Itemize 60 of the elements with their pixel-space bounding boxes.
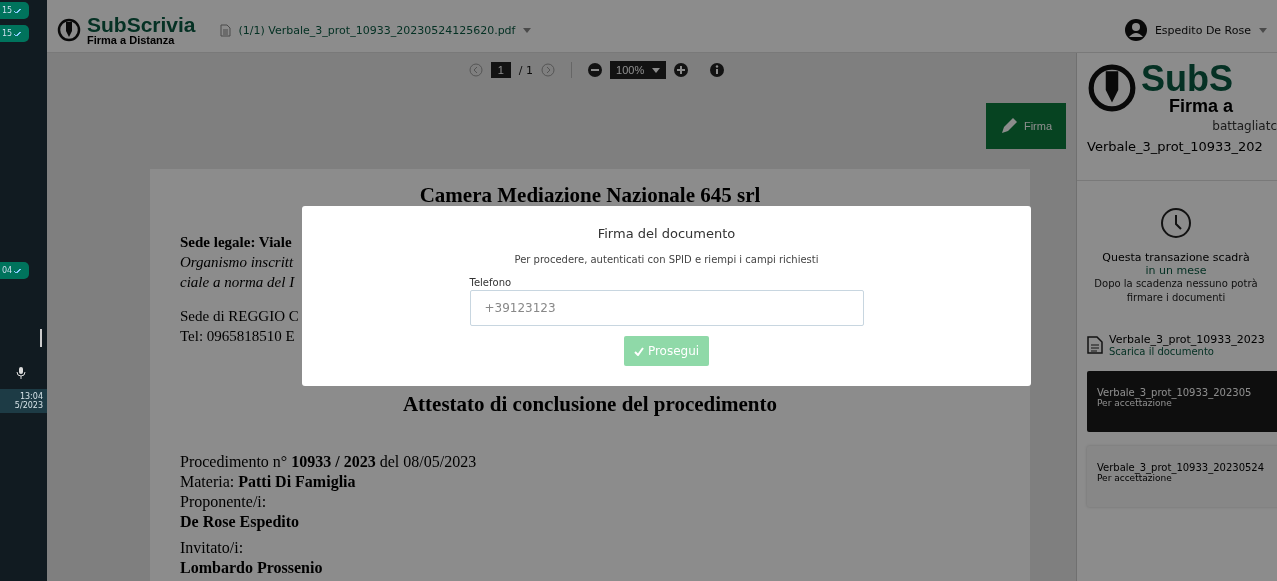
check-icon: [633, 346, 644, 356]
brand-name: SubScrivia: [87, 14, 196, 35]
pen-logo-icon: [57, 18, 81, 42]
clock-date: 5/2023: [14, 401, 44, 410]
document-text: De Rose Espedito: [180, 512, 300, 532]
pen-icon: [999, 117, 1018, 135]
double-check-icon: [14, 267, 24, 274]
sign-button[interactable]: Firma: [986, 103, 1066, 149]
user-menu[interactable]: Espedito De Rose: [1124, 19, 1267, 41]
document-heading: Attestato di conclusione del procedimento: [401, 392, 779, 417]
document-text: Materia: Patti Di Famiglia: [180, 472, 356, 492]
document-text: Lombardo Prossenio: [180, 558, 323, 578]
document-text: Sede di REGGIO C: [180, 307, 299, 326]
document-text: Proponente/i:: [180, 492, 267, 512]
zoom-out-icon[interactable]: [588, 63, 603, 77]
user-name: Espedito De Rose: [1154, 23, 1251, 37]
caret-icon: [523, 27, 532, 33]
message-bubble: 04: [0, 262, 30, 279]
brand-tagline: Firma a Distanza: [87, 35, 176, 46]
message-bubble: 15: [0, 2, 30, 19]
document-text: ciale a norma del I: [180, 273, 295, 292]
microphone-icon[interactable]: [16, 367, 26, 379]
dialog-title: Firma del documento: [597, 226, 736, 241]
user-avatar-icon: [1124, 19, 1147, 41]
document-card[interactable]: Verbale_3_prot_10933_20230524 Per accettazione: [1087, 446, 1277, 507]
zoom-dropdown[interactable]: 100%: [610, 61, 667, 79]
document-text: Procedimento n° 10933 / 2023 del 08/05/2023: [180, 452, 477, 472]
page-count: / 1: [518, 63, 534, 77]
page-number-field[interactable]: 1: [490, 62, 511, 78]
pen-logo-icon: [1087, 62, 1137, 114]
document-name: Verbale_3_prot_10933_202: [1087, 139, 1264, 154]
zoom-in-icon[interactable]: [674, 63, 689, 77]
expiry-period: in un mese: [1145, 264, 1207, 277]
message-bubble: 15: [0, 25, 30, 42]
dialog-message: Per procedere, autenticati con SPID e riempi i campi richiesti: [514, 254, 819, 265]
brand-tagline: Firma a: [1169, 97, 1233, 115]
expiry-title: Questa transazione scadrà: [1102, 251, 1250, 264]
document-icon: [1087, 336, 1103, 354]
document-text: Tel: 0965818510 E: [180, 327, 295, 346]
caret-icon: [652, 67, 661, 73]
document-text: Organismo inscritt: [180, 253, 294, 272]
document-card[interactable]: Verbale_3_prot_10933_202305 Per accettazione: [1087, 371, 1277, 432]
taskbar-clock[interactable]: 13:04 5/2023: [0, 389, 47, 413]
document-text: Sede legale: Viale: [180, 233, 292, 252]
expiry-note: Dopo la scadenza nessuno potrà firmare i documenti: [1093, 277, 1259, 305]
document-icon: [219, 23, 231, 37]
account-name: battagliatc: [1212, 119, 1277, 133]
scrollbar-thumb[interactable]: [40, 329, 42, 347]
clock-time: 13:04: [19, 392, 44, 401]
info-icon[interactable]: [710, 63, 725, 77]
brand-name: SubS: [1141, 61, 1233, 97]
file-name: Verbale_3_prot_10933_2023: [1109, 333, 1265, 346]
double-check-icon: [14, 7, 24, 14]
document-text: Invitato/i:: [180, 538, 244, 558]
download-link[interactable]: Scarica il documento: [1109, 346, 1265, 357]
double-check-icon: [14, 30, 24, 37]
document-title: Camera Mediazione Nazionale 645 srl: [418, 183, 762, 208]
clock-icon: [1160, 207, 1192, 239]
field-label: Telefono: [469, 277, 513, 288]
caret-icon: [1259, 27, 1267, 33]
